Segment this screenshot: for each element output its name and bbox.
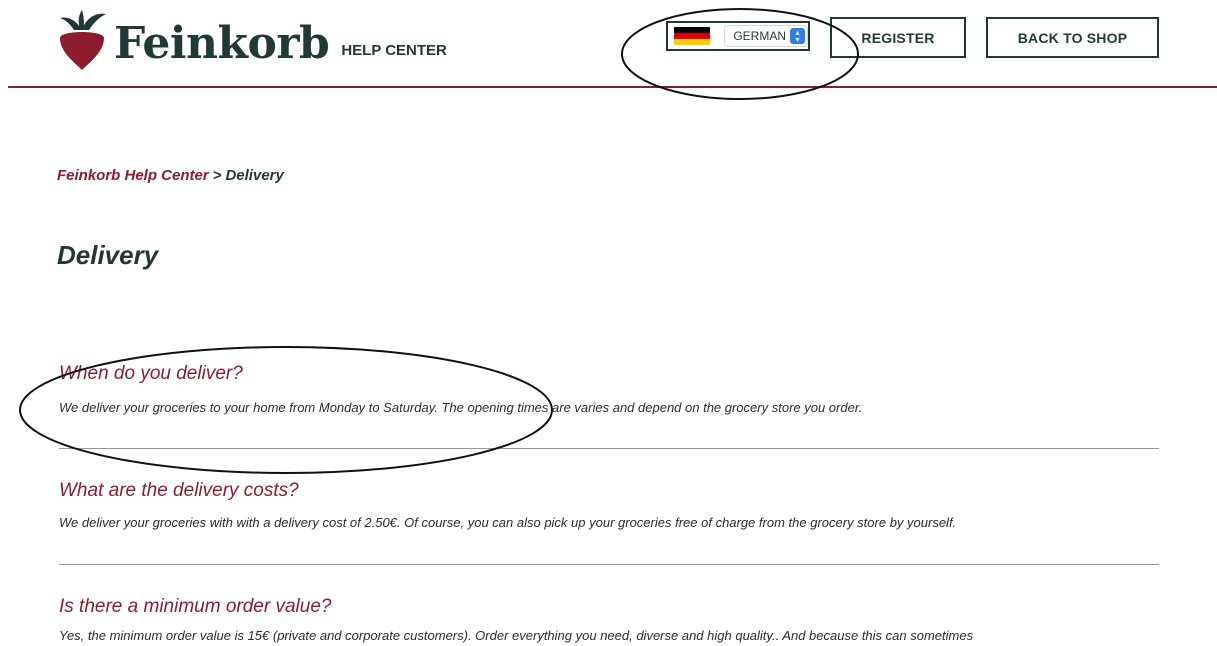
language-dropdown[interactable]: GERMAN ▴ ▾ xyxy=(724,25,808,47)
language-selected: GERMAN xyxy=(733,29,786,43)
faq-answer: Yes, the minimum order value is 15€ (pri… xyxy=(59,628,974,643)
site-header: Feinkorb HELP CENTER GERMAN ▴ ▾ REGISTER … xyxy=(0,0,1217,88)
register-button[interactable]: REGISTER xyxy=(830,17,966,58)
faq-question: Is there a minimum order value? xyxy=(59,596,332,617)
brand-subtitle: HELP CENTER xyxy=(341,41,447,59)
faq-answer: We deliver your groceries with with a de… xyxy=(59,515,957,530)
annotation-overlay xyxy=(19,8,859,474)
language-selector[interactable]: GERMAN ▴ ▾ xyxy=(666,21,810,51)
faq-divider xyxy=(59,564,1159,565)
faq-question: What are the delivery costs? xyxy=(59,480,299,501)
german-flag-icon xyxy=(674,27,710,45)
brand-logo[interactable]: Feinkorb HELP CENTER xyxy=(56,8,447,72)
help-center-page: Feinkorb HELP CENTER GERMAN ▴ ▾ REGISTER … xyxy=(0,0,1217,646)
breadcrumb-root-link[interactable]: Feinkorb Help Center xyxy=(57,167,209,184)
back-to-shop-button[interactable]: BACK TO SHOP xyxy=(986,17,1159,58)
brand-name: Feinkorb xyxy=(114,18,330,69)
beet-logo-icon xyxy=(60,10,106,70)
faq-answer: We deliver your groceries to your home f… xyxy=(59,400,863,415)
breadcrumb-separator: > xyxy=(212,167,222,184)
faq-question: When do you deliver? xyxy=(59,363,243,384)
breadcrumb-current: Delivery xyxy=(225,167,284,184)
faq-divider xyxy=(59,448,1159,449)
chevron-updown-icon: ▴ ▾ xyxy=(790,28,805,44)
header-divider xyxy=(8,86,1217,88)
breadcrumb: Feinkorb Help Center > Delivery xyxy=(57,167,284,184)
page-title: Delivery xyxy=(57,240,159,270)
